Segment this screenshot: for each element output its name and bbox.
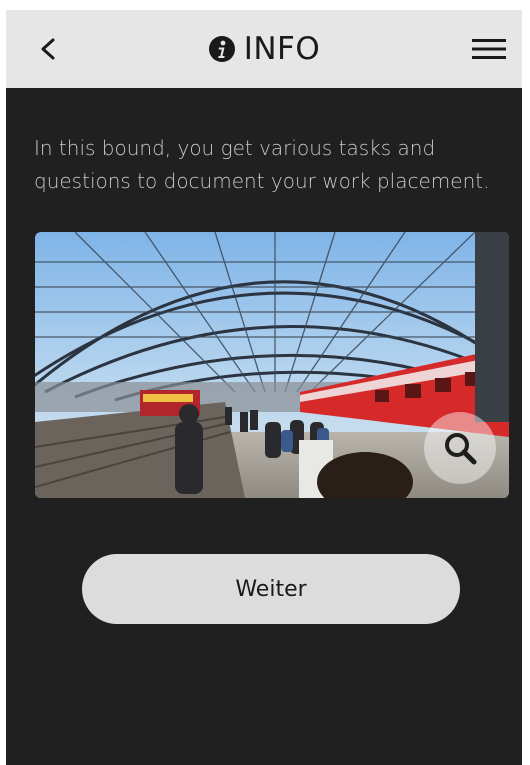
title-group: INFO	[6, 10, 522, 88]
menu-button[interactable]	[472, 35, 506, 63]
zoom-button[interactable]	[424, 412, 496, 484]
content-area: In this bound, you get various tasks and…	[6, 88, 522, 765]
page-title: INFO	[243, 31, 321, 67]
intro-text: In this bound, you get various tasks and…	[34, 136, 490, 193]
top-bar: INFO	[6, 10, 522, 88]
continue-button[interactable]: Weiter	[82, 554, 460, 624]
magnifier-icon	[445, 433, 477, 465]
app-screen: INFO In this bound, you get various task…	[6, 10, 522, 765]
info-circle-icon	[208, 36, 235, 62]
hamburger-menu-icon	[472, 39, 506, 59]
